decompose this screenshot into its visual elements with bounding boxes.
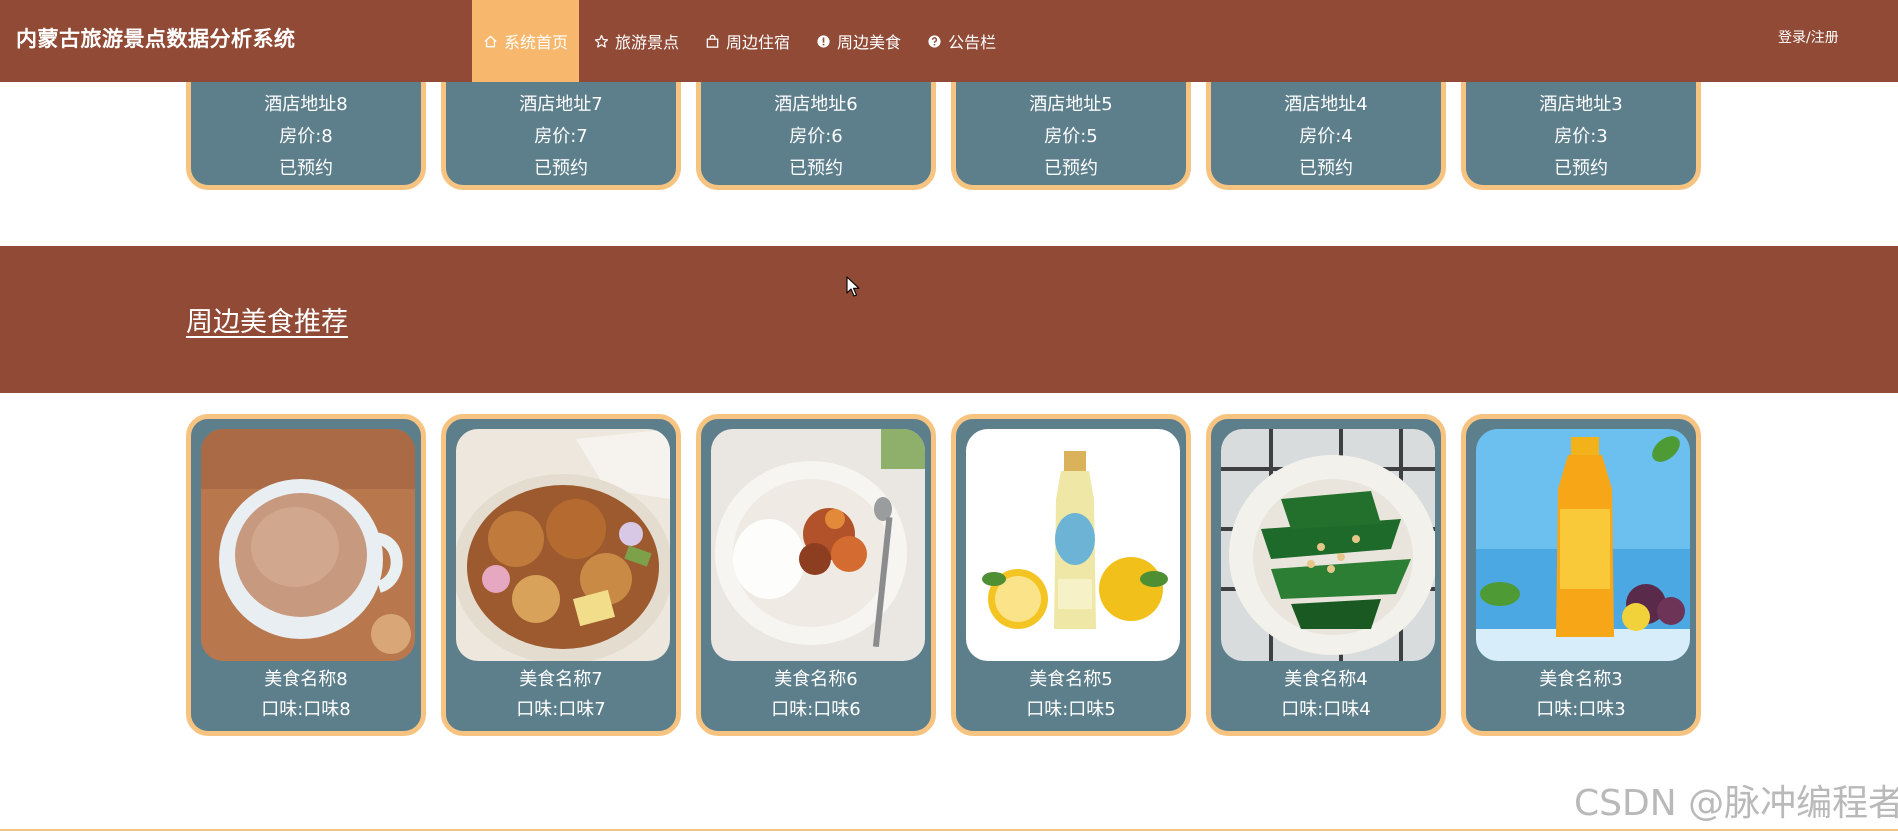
- help-icon: [927, 34, 942, 49]
- hotel-address: 酒店地址3: [1539, 94, 1623, 115]
- food-card[interactable]: 美食名称6 口味:口味6: [696, 414, 936, 736]
- hotel-address: 酒店地址7: [519, 94, 603, 115]
- hotel-status: 已预约: [1554, 158, 1608, 179]
- hotel-price: 房价:4: [1299, 126, 1353, 147]
- juice-bottle-image[interactable]: [1476, 429, 1690, 661]
- food-card[interactable]: 美食名称8 口味:口味8: [186, 414, 426, 736]
- nav-home-label: 系统首页: [504, 33, 569, 52]
- food-section-banner: 周边美食推荐: [0, 246, 1898, 393]
- food-taste: 口味:口味7: [516, 699, 606, 720]
- milk-tea-image[interactable]: [201, 429, 415, 661]
- hotel-address: 酒店地址6: [774, 94, 858, 115]
- hotel-address: 酒店地址4: [1284, 94, 1368, 115]
- food-section-title[interactable]: 周边美食推荐: [186, 300, 348, 339]
- nav-attractions-label: 旅游景点: [615, 33, 680, 52]
- login-register-link[interactable]: 登录/注册: [1778, 0, 1839, 82]
- food-name: 美食名称4: [1284, 669, 1368, 690]
- hotel-price: 房价:6: [789, 126, 843, 147]
- nav-food[interactable]: 周边美食: [805, 0, 912, 82]
- mouse-cursor-icon: [846, 276, 860, 297]
- hotel-status: 已预约: [534, 158, 588, 179]
- nav-home[interactable]: 系统首页: [472, 0, 580, 82]
- csdn-watermark: CSDN @脉冲编程者: [1574, 783, 1898, 824]
- food-card-row: 美食名称8 口味:口味8 美食名称7 口味:口味7 美食名称6 口味:口味6 美…: [186, 414, 1701, 736]
- bag-icon: [705, 34, 720, 49]
- lemonade-image[interactable]: [966, 429, 1180, 661]
- food-card[interactable]: 美食名称3 口味:口味3: [1461, 414, 1701, 736]
- food-card[interactable]: 美食名称4 口味:口味4: [1206, 414, 1446, 736]
- nav-lodging[interactable]: 周边住宿: [694, 0, 801, 82]
- nav-food-label: 周边美食: [837, 33, 902, 52]
- hotel-address: 酒店地址8: [264, 94, 348, 115]
- hotel-status: 已预约: [1044, 158, 1098, 179]
- hotel-status: 已预约: [789, 158, 843, 179]
- food-name: 美食名称8: [264, 669, 348, 690]
- food-name: 美食名称6: [774, 669, 858, 690]
- food-taste: 口味:口味3: [1536, 699, 1626, 720]
- food-card[interactable]: 美食名称7 口味:口味7: [441, 414, 681, 736]
- hotel-price: 房价:5: [1044, 126, 1098, 147]
- greens-plate-image[interactable]: [1221, 429, 1435, 661]
- hotel-address: 酒店地址5: [1029, 94, 1113, 115]
- site-title: 内蒙古旅游景点数据分析系统: [16, 27, 296, 51]
- food-taste: 口味:口味6: [771, 699, 861, 720]
- food-taste: 口味:口味5: [1026, 699, 1116, 720]
- food-name: 美食名称5: [1029, 669, 1113, 690]
- nav-notices[interactable]: 公告栏: [916, 0, 1007, 82]
- top-navbar: 内蒙古旅游景点数据分析系统 系统首页 旅游景点 周边住宿 周边美食 公告栏 登录…: [0, 0, 1898, 82]
- hotel-status: 已预约: [279, 158, 333, 179]
- star-icon: [594, 34, 609, 49]
- info-icon: [816, 34, 831, 49]
- hotel-price: 房价:7: [534, 126, 588, 147]
- food-card[interactable]: 美食名称5 口味:口味5: [951, 414, 1191, 736]
- food-name: 美食名称3: [1539, 669, 1623, 690]
- nav-lodging-label: 周边住宿: [726, 33, 791, 52]
- food-name: 美食名称7: [519, 669, 603, 690]
- food-taste: 口味:口味8: [261, 699, 351, 720]
- home-icon: [483, 34, 498, 49]
- hotel-status: 已预约: [1299, 158, 1353, 179]
- braised-chicken-image[interactable]: [456, 429, 670, 661]
- hotel-price: 房价:3: [1554, 126, 1608, 147]
- rice-plate-image[interactable]: [711, 429, 925, 661]
- hotel-price: 房价:8: [279, 126, 333, 147]
- food-taste: 口味:口味4: [1281, 699, 1371, 720]
- nav-notices-label: 公告栏: [948, 33, 997, 52]
- main-nav: 系统首页 旅游景点 周边住宿 周边美食 公告栏: [472, 0, 1011, 82]
- nav-attractions[interactable]: 旅游景点: [583, 0, 690, 82]
